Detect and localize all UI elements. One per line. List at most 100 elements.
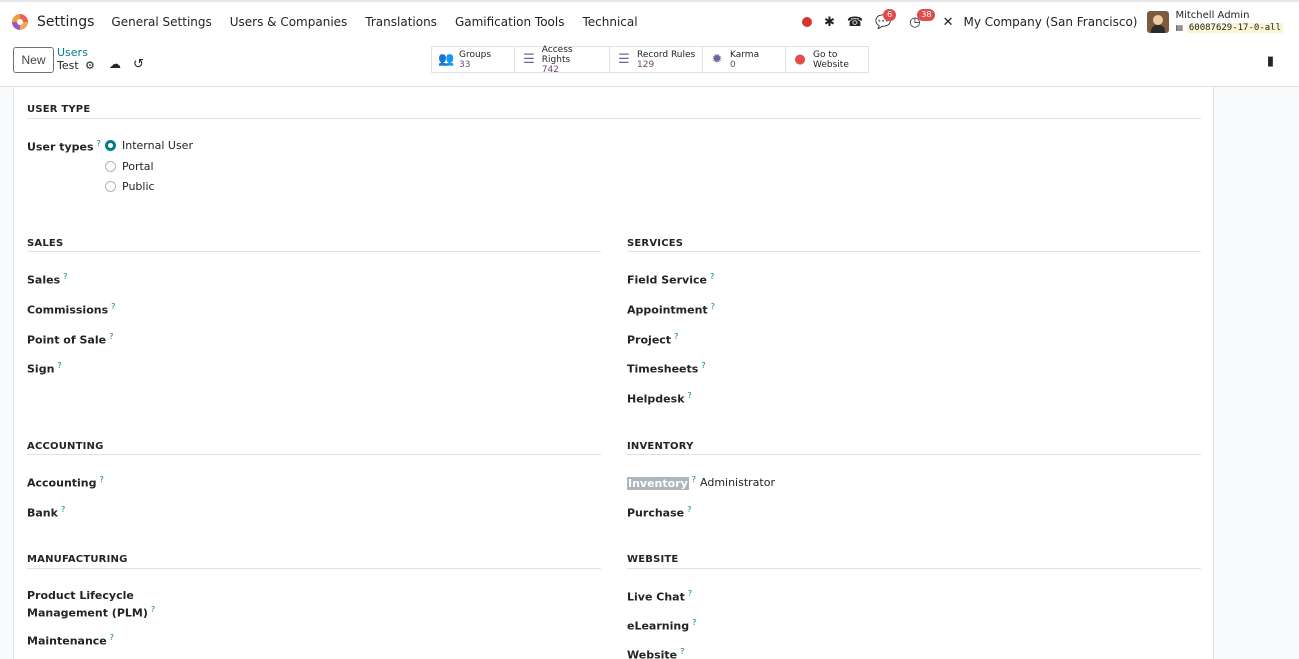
help-tooltip[interactable]: ? (688, 589, 692, 598)
radio-unchecked-icon[interactable] (105, 181, 116, 192)
field-purchase[interactable]: Purchase? (627, 505, 691, 520)
record-rules-count: 129 (637, 59, 655, 70)
field-point-of-sale[interactable]: Point of Sale? (27, 332, 113, 347)
help-tooltip[interactable]: ? (57, 361, 61, 370)
karma-button[interactable]: ✹ Karma 0 (702, 46, 786, 73)
field-label: Maintenance (27, 634, 107, 648)
section-divider (27, 118, 1201, 119)
field-plm-line1[interactable]: Product Lifecycle (27, 589, 134, 602)
activities-icon[interactable]: ◷ 38 (909, 8, 936, 29)
field-helpdesk[interactable]: Helpdesk? (627, 391, 692, 406)
help-tooltip[interactable]: ? (61, 505, 65, 514)
help-tooltip[interactable]: ? (100, 475, 104, 484)
website-label: Website (813, 59, 849, 70)
help-tooltip[interactable]: ? (687, 505, 691, 514)
radio-unchecked-icon[interactable] (105, 161, 116, 172)
field-label: Sign (27, 362, 55, 376)
company-switcher[interactable]: My Company (San Francisco) (964, 15, 1138, 29)
save-cloud-icon[interactable]: ☁ (109, 57, 121, 71)
section-title-website: WEBSITE (627, 554, 679, 565)
field-appointment[interactable]: Appointment? (627, 302, 715, 317)
gear-icon[interactable]: ⚙ (85, 59, 95, 72)
help-tooltip[interactable]: ? (151, 605, 155, 614)
phone-icon[interactable]: ☎ (847, 16, 863, 29)
field-field-service[interactable]: Field Service? (627, 272, 714, 287)
help-tooltip[interactable]: ? (692, 475, 696, 484)
menu-users-companies[interactable]: Users & Companies (230, 15, 348, 29)
help-tooltip[interactable]: ? (109, 332, 113, 341)
record-rules-button[interactable]: ☰ Record Rules 129 (609, 46, 703, 73)
help-tooltip[interactable]: ? (680, 647, 684, 656)
field-timesheets[interactable]: Timesheets? (627, 361, 706, 376)
badge-icon: ✹ (711, 52, 723, 67)
discard-icon[interactable]: ↺ (133, 57, 144, 72)
help-tooltip[interactable]: ? (701, 361, 705, 370)
field-plm-line2[interactable]: Management (PLM)? (27, 605, 155, 620)
menu-technical[interactable]: Technical (582, 15, 637, 29)
field-label: Live Chat (627, 590, 685, 604)
help-tooltip[interactable]: ? (692, 618, 696, 627)
field-label: Product Lifecycle (27, 589, 134, 602)
help-tooltip[interactable]: ? (711, 302, 715, 311)
users-icon: 👥 (438, 52, 455, 67)
menu-general-settings[interactable]: General Settings (111, 15, 211, 29)
user-avatar[interactable] (1147, 11, 1170, 33)
section-title-accounting: ACCOUNTING (27, 441, 104, 452)
help-tooltip[interactable]: ? (97, 139, 101, 148)
user-types-label: User types (27, 140, 94, 154)
section-divider (627, 454, 1201, 455)
radio-label: Internal User (122, 139, 193, 152)
help-tooltip[interactable]: ? (63, 272, 67, 281)
navbar-systray: ✱ ☎ 💬 6 ◷ 38 ✕ My Company (San Francisco) … (801, 2, 1299, 42)
field-live-chat[interactable]: Live Chat? (627, 589, 692, 604)
field-inventory[interactable]: Inventory? (627, 475, 696, 490)
field-elearning[interactable]: eLearning? (627, 618, 696, 633)
field-accounting[interactable]: Accounting? (27, 475, 104, 490)
field-sign[interactable]: Sign? (27, 361, 62, 376)
radio-public[interactable]: Public (105, 180, 155, 193)
field-label: Timesheets (627, 362, 699, 376)
odoo-logo-icon[interactable] (12, 14, 28, 30)
access-rights-button[interactable]: ☰ Access Rights 742 (514, 45, 610, 75)
help-tooltip[interactable]: ? (110, 633, 114, 642)
section-divider (627, 568, 1201, 569)
inventory-value-select[interactable]: Administrator (700, 476, 775, 489)
app-name[interactable]: Settings (37, 14, 94, 30)
help-tooltip[interactable]: ? (111, 302, 115, 311)
new-button[interactable]: New (13, 47, 54, 73)
access-rights-count: 742 (541, 64, 559, 75)
help-tooltip[interactable]: ? (674, 332, 678, 341)
menu-translations[interactable]: Translations (365, 15, 437, 29)
radio-internal-user[interactable]: Internal User (105, 139, 193, 152)
field-project[interactable]: Project? (627, 332, 678, 347)
messages-badge: 6 (883, 8, 897, 21)
field-sales[interactable]: Sales? (27, 272, 67, 287)
messages-icon[interactable]: 💬 6 (875, 8, 897, 29)
bookmark-icon[interactable]: ▮ (1267, 54, 1274, 69)
user-menu[interactable]: Mitchell Admin ▤ 60087629-17-0-all (1175, 10, 1283, 34)
section-divider (27, 454, 601, 455)
groups-button[interactable]: 👥 Groups 33 (431, 46, 515, 73)
tools-icon[interactable]: ✕ (943, 16, 954, 29)
record-icon[interactable] (801, 17, 812, 27)
help-tooltip[interactable]: ? (710, 272, 714, 281)
field-label-user-types: User types? (27, 139, 101, 154)
record-rules-label: Record Rules (637, 49, 696, 60)
field-label: Project (627, 333, 672, 347)
radio-portal[interactable]: Portal (105, 160, 154, 173)
field-website[interactable]: Website? (627, 647, 684, 659)
section-divider (27, 251, 601, 252)
bug-icon[interactable]: ✱ (824, 16, 835, 29)
user-name: Mitchell Admin (1175, 10, 1250, 21)
field-maintenance[interactable]: Maintenance? (27, 633, 114, 648)
go-to-website-button[interactable]: ● Go to Website (785, 46, 869, 73)
radio-checked-icon[interactable] (105, 140, 116, 151)
field-commissions[interactable]: Commissions? (27, 302, 115, 317)
menu-gamification-tools[interactable]: Gamification Tools (455, 15, 565, 29)
form-sheet: USER TYPE User types? Internal User Port… (13, 87, 1214, 659)
karma-label: Karma (730, 49, 760, 60)
field-bank[interactable]: Bank? (27, 505, 65, 520)
radio-label: Portal (122, 160, 154, 173)
help-tooltip[interactable]: ? (688, 391, 692, 400)
breadcrumb-users[interactable]: Users (57, 46, 88, 59)
